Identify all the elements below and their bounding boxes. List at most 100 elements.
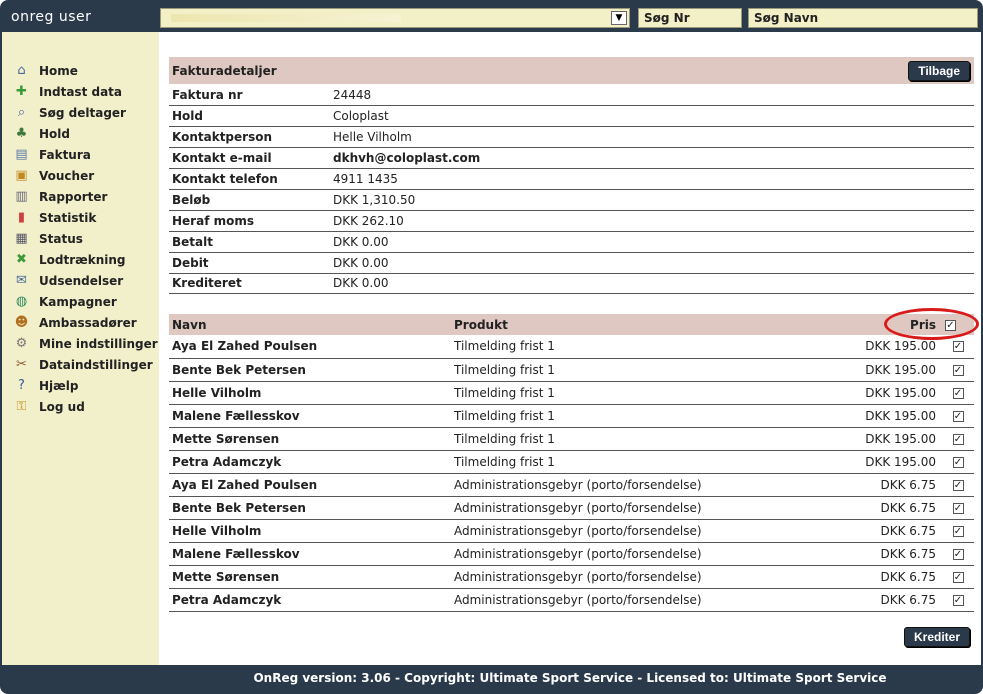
line-price: DKK 195.00	[821, 450, 942, 474]
sidebar-item-hjælp[interactable]: ? Hjælp	[2, 375, 159, 396]
line-checkbox[interactable]: ✓	[952, 341, 964, 353]
sidebar-item-faktura[interactable]: ▤ Faktura	[2, 144, 159, 165]
line-checkbox[interactable]: ✓	[952, 479, 964, 491]
team-select[interactable]: ▼	[160, 8, 630, 28]
search-navn-input[interactable]: Søg Navn	[748, 8, 978, 28]
sidebar-item-label: Log ud	[39, 399, 85, 414]
line-product: Administrationsgebyr (porto/forsendelse)	[451, 565, 821, 589]
line-checkbox[interactable]: ✓	[952, 548, 964, 560]
table-row: Petra Adamczyk Administrationsgebyr (port…	[169, 588, 974, 612]
sidebar-item-ambassadører[interactable]: ☻ Ambassadører	[2, 312, 159, 333]
back-button[interactable]: Tilbage	[908, 61, 970, 81]
table-row: Mette Sørensen Tilmelding frist 1 DKK 195.…	[169, 427, 974, 451]
detail-value: DKK 262.10	[330, 210, 974, 232]
sidebar-item-label: Faktura	[39, 147, 91, 162]
line-product: Administrationsgebyr (porto/forsendelse)	[451, 496, 821, 520]
mail-icon: ✉	[16, 273, 27, 288]
sidebar-item-rapporter[interactable]: ▥ Rapporter	[2, 186, 159, 207]
line-select-cell: ✓	[942, 542, 974, 566]
line-checkbox[interactable]: ✓	[952, 410, 964, 422]
line-checkbox[interactable]: ✓	[952, 525, 964, 537]
invoice-icon: ▤	[15, 147, 28, 162]
sidebar-item-statistik[interactable]: ▮ Statistik	[2, 207, 159, 228]
sidebar-item-kampagner[interactable]: ◍ Kampagner	[2, 291, 159, 312]
sidebar-item-hold[interactable]: ♣ Hold	[2, 123, 159, 144]
sidebar-item-søg-deltager[interactable]: ⌕ Søg deltager	[2, 102, 159, 123]
detail-key: Krediteret	[169, 273, 330, 295]
sidebar-item-lodtrækning[interactable]: ✖ Lodtrækning	[2, 249, 159, 270]
detail-value[interactable]: dkhvh@coloplast.com	[330, 147, 974, 170]
home-icon: ⌂	[17, 63, 26, 78]
sidebar: ⌂ Home ✚ Indtast data ⌕ Søg deltager ♣ Hold ▤ Fak…	[2, 32, 159, 665]
detail-row: Kontakt telefon 4911 1435	[169, 168, 974, 190]
detail-row: Kontaktperson Helle Vilholm	[169, 126, 974, 149]
line-select-cell: ✓	[942, 358, 974, 382]
search-nr-input[interactable]: Søg Nr	[638, 8, 742, 28]
line-name: Aya El Zahed Poulsen	[169, 473, 451, 497]
chart-icon: ▮	[17, 210, 26, 225]
chevron-down-icon[interactable]: ▼	[611, 11, 627, 25]
sidebar-item-label: Voucher	[39, 168, 95, 183]
detail-value: Coloplast	[330, 105, 974, 128]
line-checkbox[interactable]: ✓	[952, 594, 964, 606]
table-row: Aya El Zahed Poulsen Tilmelding frist 1 DK…	[169, 335, 974, 359]
add-user-icon: ✚	[16, 84, 27, 99]
sidebar-item-log-ud[interactable]: ⚿ Log ud	[2, 396, 159, 417]
detail-key: Kontakt telefon	[169, 168, 330, 190]
sidebar-item-udsendelser[interactable]: ✉ Udsendelser	[2, 270, 159, 291]
column-header-name: Navn	[169, 314, 451, 335]
sidebar-item-voucher[interactable]: ▣ Voucher	[2, 165, 159, 186]
search-nr-label: Søg Nr	[644, 11, 690, 25]
sidebar-item-mine-indstillinger[interactable]: ⚙ Mine indstillinger	[2, 333, 159, 354]
select-value-blurred	[171, 14, 401, 22]
line-select-cell: ✓	[942, 404, 974, 428]
invoice-header: Fakturadetaljer Tilbage	[169, 57, 974, 84]
invoice-details-table: Faktura nr 24448 Hold Coloplast Kontaktperso…	[169, 85, 974, 295]
status-icon: ▦	[15, 231, 28, 246]
detail-key: Hold	[169, 105, 330, 128]
main-content: Fakturadetaljer Tilbage Faktura nr 24448 H…	[159, 32, 981, 665]
line-price: DKK 6.75	[821, 473, 942, 497]
gift-icon: ▣	[15, 168, 28, 183]
detail-key: Debit	[169, 252, 330, 274]
detail-row: Hold Coloplast	[169, 105, 974, 128]
line-select-cell: ✓	[942, 496, 974, 520]
sidebar-item-dataindstillinger[interactable]: ✂ Dataindstillinger	[2, 354, 159, 375]
detail-row: Kontakt e-mail dkhvh@coloplast.com	[169, 147, 974, 170]
table-row: Malene Fællesskov Tilmelding frist 1 DKK 1…	[169, 404, 974, 428]
line-checkbox[interactable]: ✓	[952, 456, 964, 468]
detail-value: DKK 1,310.50	[330, 189, 974, 211]
table-row: Petra Adamczyk Tilmelding frist 1 DKK 195.…	[169, 450, 974, 474]
app-frame: onreg user ▼ Søg Nr Søg Navn ⌂ Home ✚ Indta…	[0, 0, 983, 694]
line-select-cell: ✓	[942, 473, 974, 497]
report-icon: ▥	[15, 189, 28, 204]
line-name: Petra Adamczyk	[169, 588, 451, 612]
line-price: DKK 195.00	[821, 358, 942, 382]
sidebar-item-label: Hold	[39, 126, 70, 141]
sidebar-item-label: Indtast data	[39, 84, 123, 99]
line-checkbox[interactable]: ✓	[952, 364, 964, 376]
line-product: Administrationsgebyr (porto/forsendelse)	[451, 542, 821, 566]
line-name: Malene Fællesskov	[169, 542, 451, 566]
line-price: DKK 195.00	[821, 404, 942, 428]
sidebar-item-label: Ambassadører	[39, 315, 137, 330]
line-checkbox[interactable]: ✓	[952, 502, 964, 514]
detail-key: Beløb	[169, 189, 330, 211]
team-icon: ♣	[15, 126, 28, 141]
detail-value: DKK 0.00	[330, 273, 974, 295]
sidebar-item-indtast-data[interactable]: ✚ Indtast data	[2, 81, 159, 102]
globe-icon: ◍	[15, 294, 28, 309]
sidebar-item-home[interactable]: ⌂ Home	[2, 60, 159, 81]
line-checkbox[interactable]: ✓	[952, 571, 964, 583]
table-header-row: Navn Produkt Pris ✓	[169, 314, 974, 335]
credit-button[interactable]: Krediter	[904, 627, 971, 647]
line-product: Tilmelding frist 1	[451, 335, 821, 359]
sidebar-item-label: Kampagner	[39, 294, 117, 309]
line-checkbox[interactable]: ✓	[952, 433, 964, 445]
table-row: Bente Bek Petersen Administrationsgebyr (…	[169, 496, 974, 520]
line-price: DKK 6.75	[821, 519, 942, 543]
detail-value: Helle Vilholm	[330, 126, 974, 149]
sidebar-item-status[interactable]: ▦ Status	[2, 228, 159, 249]
line-checkbox[interactable]: ✓	[952, 387, 964, 399]
line-product: Tilmelding frist 1	[451, 381, 821, 405]
